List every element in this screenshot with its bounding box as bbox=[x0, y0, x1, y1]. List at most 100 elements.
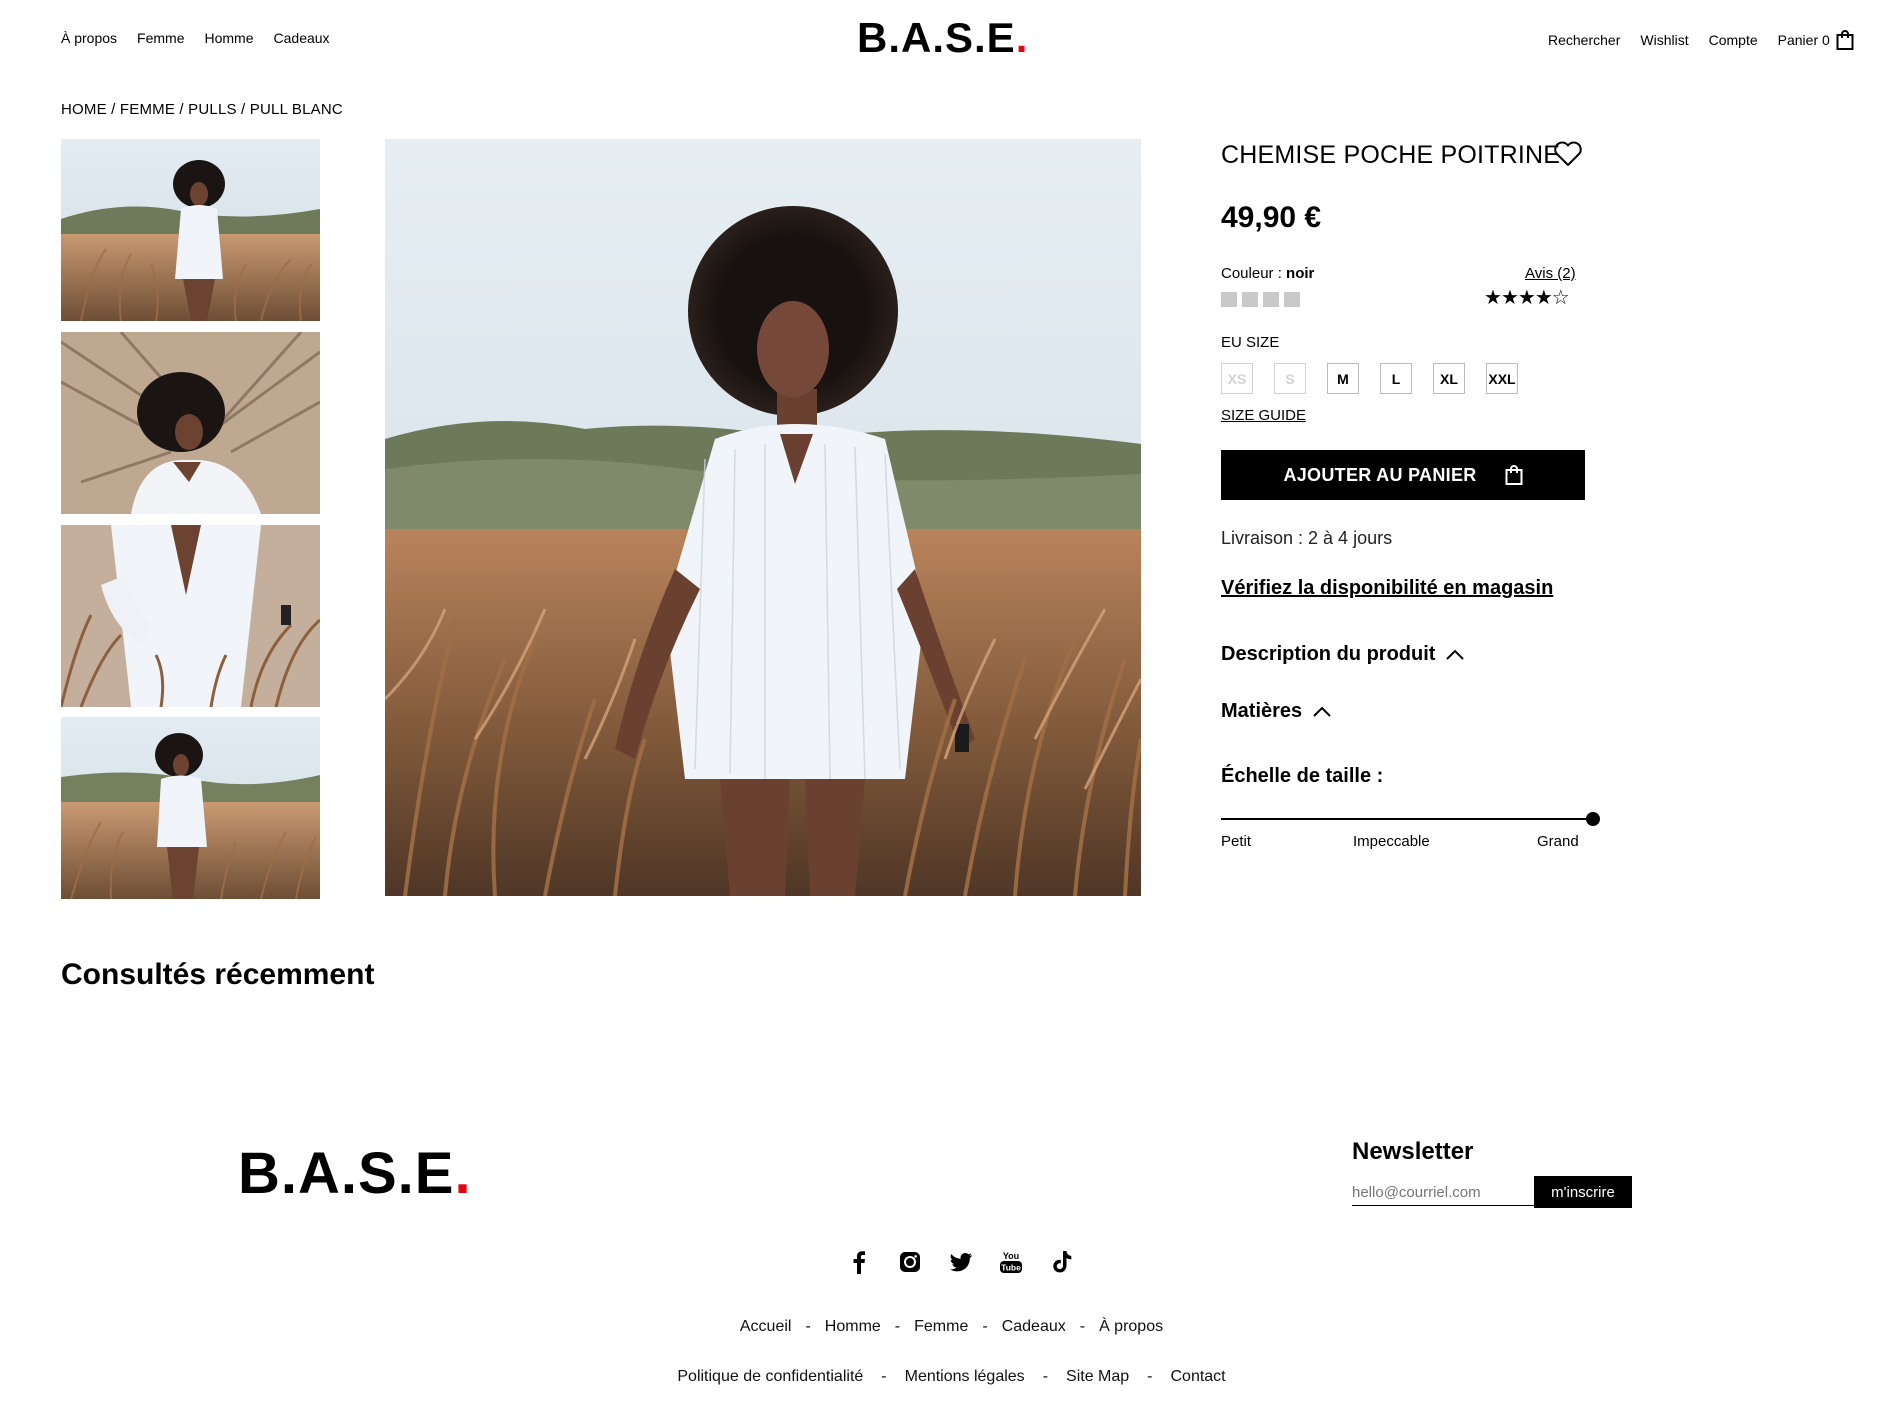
size-label: EU SIZE bbox=[1221, 334, 1280, 351]
add-to-cart-button[interactable]: AJOUTER AU PANIER bbox=[1221, 450, 1585, 500]
nav-panier[interactable]: Panier 0 bbox=[1778, 30, 1854, 50]
size-guide-link[interactable]: SIZE GUIDE bbox=[1221, 407, 1306, 424]
star-filled-icon: ★ bbox=[1517, 287, 1536, 309]
footer-link-accueil[interactable]: Accueil bbox=[740, 1318, 792, 1336]
nav-femme[interactable]: Femme bbox=[137, 30, 184, 46]
footer-nav-legal: Politique de confidentialité - Mentions … bbox=[0, 1368, 1903, 1386]
nav-homme[interactable]: Homme bbox=[205, 30, 254, 46]
color-swatches bbox=[1221, 292, 1300, 307]
footer-logo[interactable]: B.A.S.E. bbox=[238, 1140, 472, 1207]
size-option-xl[interactable]: XL bbox=[1433, 363, 1465, 394]
star-filled-icon: ★ bbox=[1484, 287, 1502, 309]
recently-viewed-title: Consultés récemment bbox=[61, 958, 375, 991]
facebook-icon[interactable] bbox=[846, 1249, 872, 1275]
right-nav: Rechercher Wishlist Compte Panier 0 bbox=[1548, 30, 1854, 50]
heart-icon[interactable] bbox=[1553, 141, 1583, 167]
nav-wishlist[interactable]: Wishlist bbox=[1640, 32, 1688, 48]
youtube-icon[interactable]: You Tube bbox=[998, 1249, 1024, 1275]
thumbnail-3[interactable] bbox=[61, 525, 320, 707]
color-swatch[interactable] bbox=[1242, 292, 1258, 307]
breadcrumb[interactable]: HOME / FEMME / PULLS / PULL BLANC bbox=[61, 101, 343, 118]
footer-separator: - bbox=[1147, 1368, 1153, 1385]
size-option-s[interactable]: S bbox=[1274, 363, 1306, 394]
product-price: 49,90 € bbox=[1221, 201, 1322, 234]
color-swatch[interactable] bbox=[1263, 292, 1279, 307]
thumbnail-1[interactable] bbox=[61, 139, 320, 321]
nav-panier-label: Panier 0 bbox=[1777, 32, 1830, 48]
thumbnail-4[interactable] bbox=[61, 717, 320, 899]
thumbnail-image bbox=[61, 717, 320, 899]
color-swatch[interactable] bbox=[1221, 292, 1237, 307]
size-scale-title: Échelle de taille : bbox=[1221, 765, 1384, 787]
nav-cadeaux[interactable]: Cadeaux bbox=[274, 30, 330, 46]
size-option-xs[interactable]: XS bbox=[1221, 363, 1253, 394]
color-label: Couleur : noir bbox=[1221, 265, 1314, 282]
materials-accordion[interactable]: Matières bbox=[1221, 700, 1332, 723]
color-label-text: Couleur : bbox=[1221, 265, 1287, 282]
description-label: Description du produit bbox=[1221, 643, 1436, 665]
size-scale-knob[interactable] bbox=[1586, 812, 1600, 826]
size-option-l[interactable]: L bbox=[1380, 363, 1412, 394]
reviews-link[interactable]: Avis (2) bbox=[1525, 265, 1576, 282]
footer-separator: - bbox=[805, 1318, 811, 1335]
left-nav: À propos Femme Homme Cadeaux bbox=[61, 30, 330, 46]
instagram-icon[interactable] bbox=[897, 1249, 923, 1275]
shopping-bag-icon bbox=[1836, 30, 1854, 50]
star-empty-icon: ☆ bbox=[1551, 287, 1570, 309]
footer-separator: - bbox=[1079, 1318, 1086, 1335]
newsletter-email-input[interactable] bbox=[1352, 1180, 1534, 1206]
thumbnail-2[interactable] bbox=[61, 332, 320, 514]
footer-link-cadeaux[interactable]: Cadeaux bbox=[1002, 1318, 1066, 1336]
footer-separator: - bbox=[881, 1368, 887, 1385]
svg-text:Tube: Tube bbox=[1001, 1263, 1021, 1273]
svg-text:You: You bbox=[1003, 1251, 1019, 1261]
footer-link-mentions[interactable]: Mentions légales bbox=[905, 1368, 1025, 1386]
thumbnail-image bbox=[61, 525, 320, 707]
footer-separator: - bbox=[894, 1318, 901, 1335]
color-value: noir bbox=[1286, 265, 1315, 282]
thumbnail-image bbox=[61, 332, 320, 514]
nav-rechercher[interactable]: Rechercher bbox=[1548, 32, 1620, 48]
footer-link-homme[interactable]: Homme bbox=[825, 1318, 881, 1336]
main-product-image[interactable] bbox=[385, 139, 1141, 896]
newsletter-subscribe-button[interactable]: m'inscrire bbox=[1534, 1176, 1632, 1208]
footer-nav-primary: Accueil - Homme - Femme - Cadeaux - À pr… bbox=[0, 1318, 1903, 1336]
size-option-m[interactable]: M bbox=[1327, 363, 1359, 394]
star-filled-icon: ★ bbox=[1534, 287, 1553, 309]
star-filled-icon: ★ bbox=[1500, 287, 1519, 309]
footer-link-femme[interactable]: Femme bbox=[914, 1318, 968, 1336]
header-logo[interactable]: B.A.S.E. bbox=[857, 14, 1028, 62]
scale-label-grand: Grand bbox=[1537, 833, 1579, 850]
footer-link-sitemap[interactable]: Site Map bbox=[1066, 1368, 1129, 1386]
size-option-xxl[interactable]: XXL bbox=[1486, 363, 1518, 394]
nav-a-propos[interactable]: À propos bbox=[61, 30, 117, 46]
scale-label-impeccable: Impeccable bbox=[1353, 833, 1430, 850]
size-options: XS S M L XL XXL bbox=[1221, 363, 1518, 394]
logo-dot: . bbox=[1015, 14, 1029, 61]
chevron-up-icon bbox=[1313, 706, 1331, 717]
twitter-icon[interactable] bbox=[948, 1249, 974, 1275]
logo-text: B.A.S.E bbox=[857, 14, 1016, 61]
color-swatch[interactable] bbox=[1284, 292, 1300, 307]
rating-stars: ★★★★☆ bbox=[1484, 285, 1570, 310]
shopping-bag-icon bbox=[1505, 465, 1523, 485]
footer-link-a-propos[interactable]: À propos bbox=[1099, 1318, 1163, 1336]
add-to-cart-label: AJOUTER AU PANIER bbox=[1283, 464, 1477, 485]
delivery-info: Livraison : 2 à 4 jours bbox=[1221, 528, 1393, 548]
footer-link-contact[interactable]: Contact bbox=[1170, 1368, 1225, 1386]
chevron-up-icon bbox=[1446, 649, 1465, 660]
footer-separator: - bbox=[1042, 1368, 1049, 1385]
footer-link-privacy[interactable]: Politique de confidentialité bbox=[677, 1368, 863, 1386]
description-accordion[interactable]: Description du produit bbox=[1221, 643, 1465, 666]
product-photo bbox=[385, 139, 1141, 896]
scale-label-petit: Petit bbox=[1221, 833, 1252, 850]
thumbnail-image bbox=[61, 139, 320, 321]
tiktok-icon[interactable] bbox=[1049, 1249, 1075, 1275]
newsletter-title: Newsletter bbox=[1352, 1138, 1474, 1165]
footer-separator: - bbox=[982, 1318, 988, 1335]
footer-logo-dot: . bbox=[454, 1141, 472, 1206]
footer-logo-text: B.A.S.E bbox=[238, 1141, 455, 1206]
nav-compte[interactable]: Compte bbox=[1709, 32, 1758, 48]
store-availability-link[interactable]: Vérifiez la disponibilité en magasin bbox=[1221, 577, 1553, 600]
materials-label: Matières bbox=[1221, 700, 1303, 722]
